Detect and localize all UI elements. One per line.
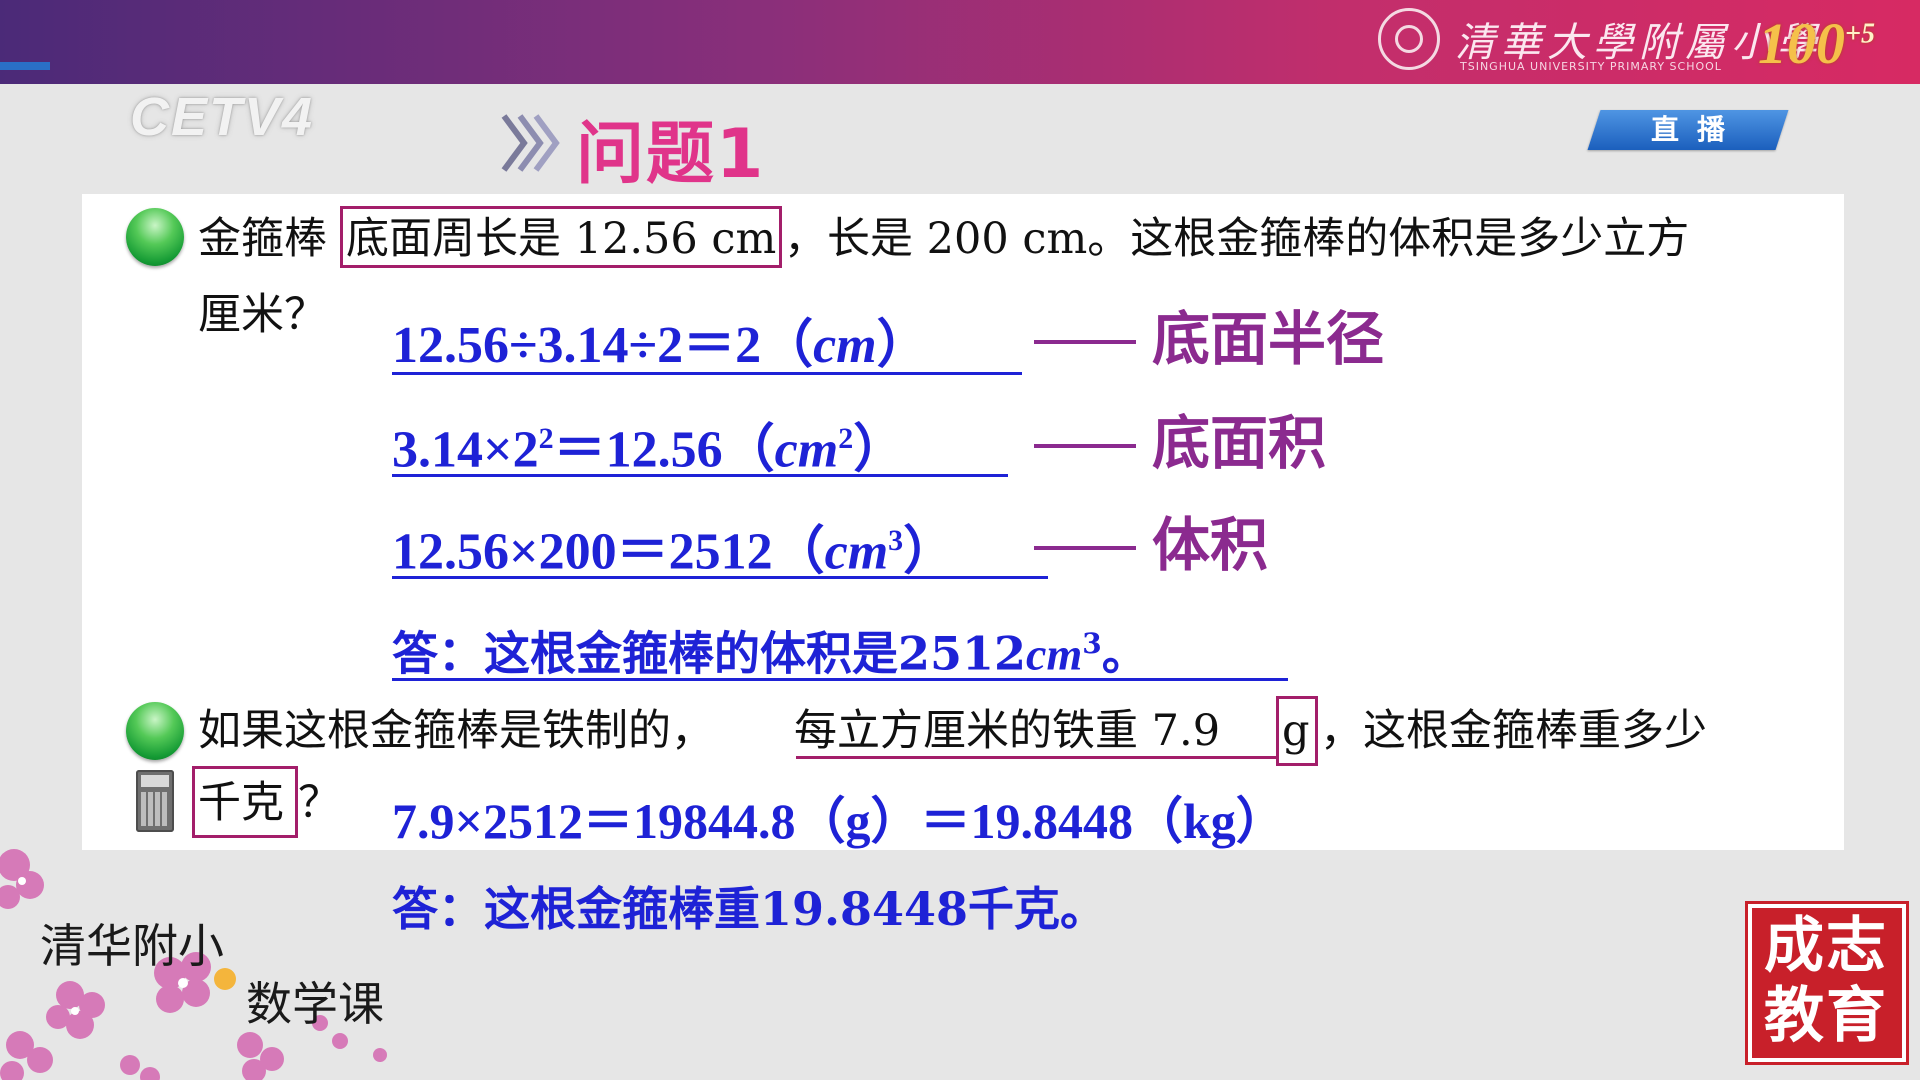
problem1-text-a: 金箍棒 xyxy=(198,214,327,264)
step1-underline xyxy=(392,372,1022,375)
bullet-icon xyxy=(126,702,184,760)
problem1-text-c: 厘米？ xyxy=(198,290,327,340)
calculator-icon xyxy=(136,770,174,832)
brand-line1: 清华附小 xyxy=(40,919,224,973)
step3-expression: 12.56×200＝2512（cm3） xyxy=(392,523,956,581)
problem2-calculation: 7.9×2512＝19844.8（g）＝19.8448（kg） xyxy=(392,793,1286,849)
anniversary-number: 100 xyxy=(1758,11,1845,76)
brand-line2: 数学课 xyxy=(246,977,384,1031)
stamp-line2: 教育 xyxy=(1764,981,1888,1051)
bullet-icon xyxy=(126,208,184,266)
problem2-unit-kg: 千克 xyxy=(198,778,284,828)
anniversary-suffix: +5 xyxy=(1845,18,1875,50)
answer1-underline xyxy=(392,678,1288,681)
page-title: 问题1 xyxy=(576,115,766,194)
step1-expression: 12.56÷3.14÷2＝2（cm） xyxy=(392,317,929,374)
step2-underline xyxy=(392,474,1008,477)
school-emblem-icon xyxy=(1378,8,1440,70)
problem1-text-b: ，长是 200 cm。这根金箍棒的体积是多少立方 xyxy=(784,214,1690,264)
anniversary-logo: 100+5 xyxy=(1758,10,1875,77)
step3-underline xyxy=(392,576,1048,579)
step2-dash xyxy=(1034,444,1136,448)
school-name-english: TSINGHUA UNIVERSITY PRIMARY SCHOOL xyxy=(1460,60,1722,73)
step1-dash xyxy=(1034,340,1136,344)
problem1-highlight: 底面周长是 12.56 cm xyxy=(346,214,777,264)
step3-dash xyxy=(1034,546,1136,550)
highlight-underline xyxy=(796,756,1276,759)
live-badge-label: 直播 xyxy=(1650,113,1743,146)
problem2-text-b: ，这根金箍棒重多少 xyxy=(1320,706,1707,756)
step2-note: 底面积 xyxy=(1152,409,1327,477)
stamp-line1: 成志 xyxy=(1764,911,1888,981)
step3-note: 体积 xyxy=(1152,511,1269,579)
step1-note: 底面半径 xyxy=(1152,305,1385,373)
answer2: 答：这根金箍棒重19.8448千克。 xyxy=(392,882,1107,936)
banner-stripe xyxy=(0,62,50,70)
step2-expression: 3.14×22＝12.56（cm2） xyxy=(392,421,906,479)
problem2-unit-g: g xyxy=(1282,706,1310,756)
problem2-text-a: 如果这根金箍棒是铁制的， xyxy=(198,706,714,756)
chevron-right-icon xyxy=(501,114,560,172)
problem2-text-c: ？ xyxy=(298,778,341,828)
brand-dot-icon xyxy=(214,968,236,990)
channel-logo: CETV4 xyxy=(130,87,315,147)
problem2-underlined: 每立方厘米的铁重 7.9 xyxy=(794,706,1221,756)
answer1: 答：这根金箍棒的体积是2512cm3。 xyxy=(392,626,1148,681)
